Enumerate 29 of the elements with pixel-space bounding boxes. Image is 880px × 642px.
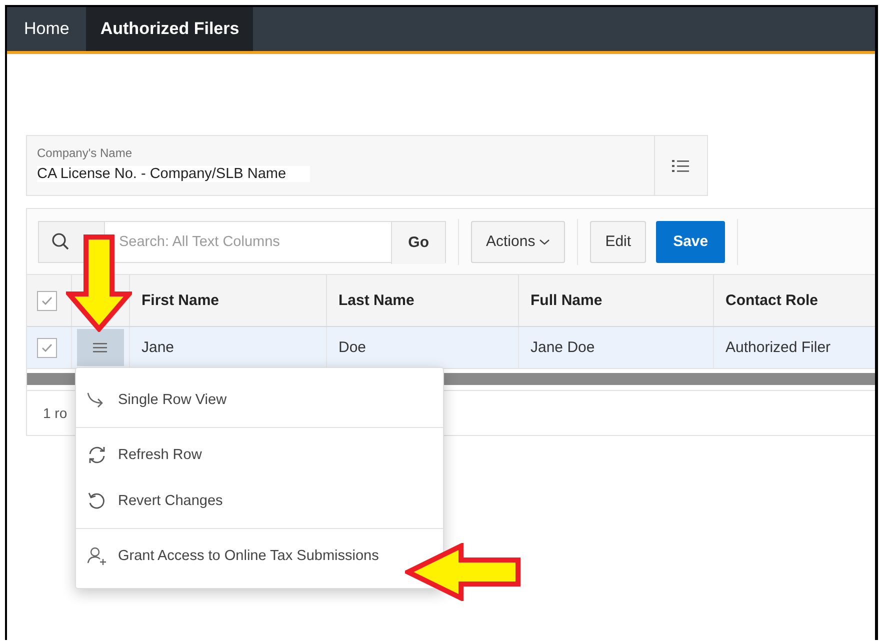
add-user-icon [86, 546, 108, 566]
toolbar-button[interactable]: Save [656, 220, 726, 262]
toolbar-button[interactable]: Actions [471, 220, 566, 262]
nav-tab[interactable]: Home [7, 7, 86, 51]
field-label: Company's Name [37, 146, 133, 160]
column-header[interactable]: Last Name [326, 275, 518, 326]
column-header[interactable]: First Name [129, 275, 326, 326]
select-all-checkbox[interactable] [37, 290, 57, 310]
row-menu-button[interactable] [76, 329, 124, 366]
table-cell: Jane Doe [518, 326, 713, 368]
toolbar-button[interactable]: Edit [590, 220, 646, 262]
check-icon [41, 296, 53, 306]
table-cell: Authorized Filer [713, 326, 875, 368]
menu-item[interactable]: Refresh Row [76, 432, 208, 478]
table-cell: Jane [129, 326, 326, 368]
column-header[interactable]: Contact Role [713, 275, 875, 326]
chevron-icon [539, 238, 550, 246]
table-cell: Doe [326, 326, 518, 368]
column-header[interactable]: Full Name [518, 275, 713, 326]
list-icon [671, 158, 691, 174]
nav-tab[interactable]: Authorized Filers [86, 7, 254, 51]
field-value: CA License No. - Company/SLB Name [37, 166, 310, 182]
check-icon [41, 342, 53, 352]
menu-icon [92, 342, 108, 354]
menu-item[interactable]: Single Row View [76, 377, 233, 423]
row-count: 1 ro [43, 405, 68, 421]
menu-item[interactable]: Grant Access to Online Tax Submissions [76, 533, 385, 579]
row-checkbox[interactable] [37, 338, 57, 358]
menu-item[interactable]: Revert Changes [76, 478, 229, 524]
